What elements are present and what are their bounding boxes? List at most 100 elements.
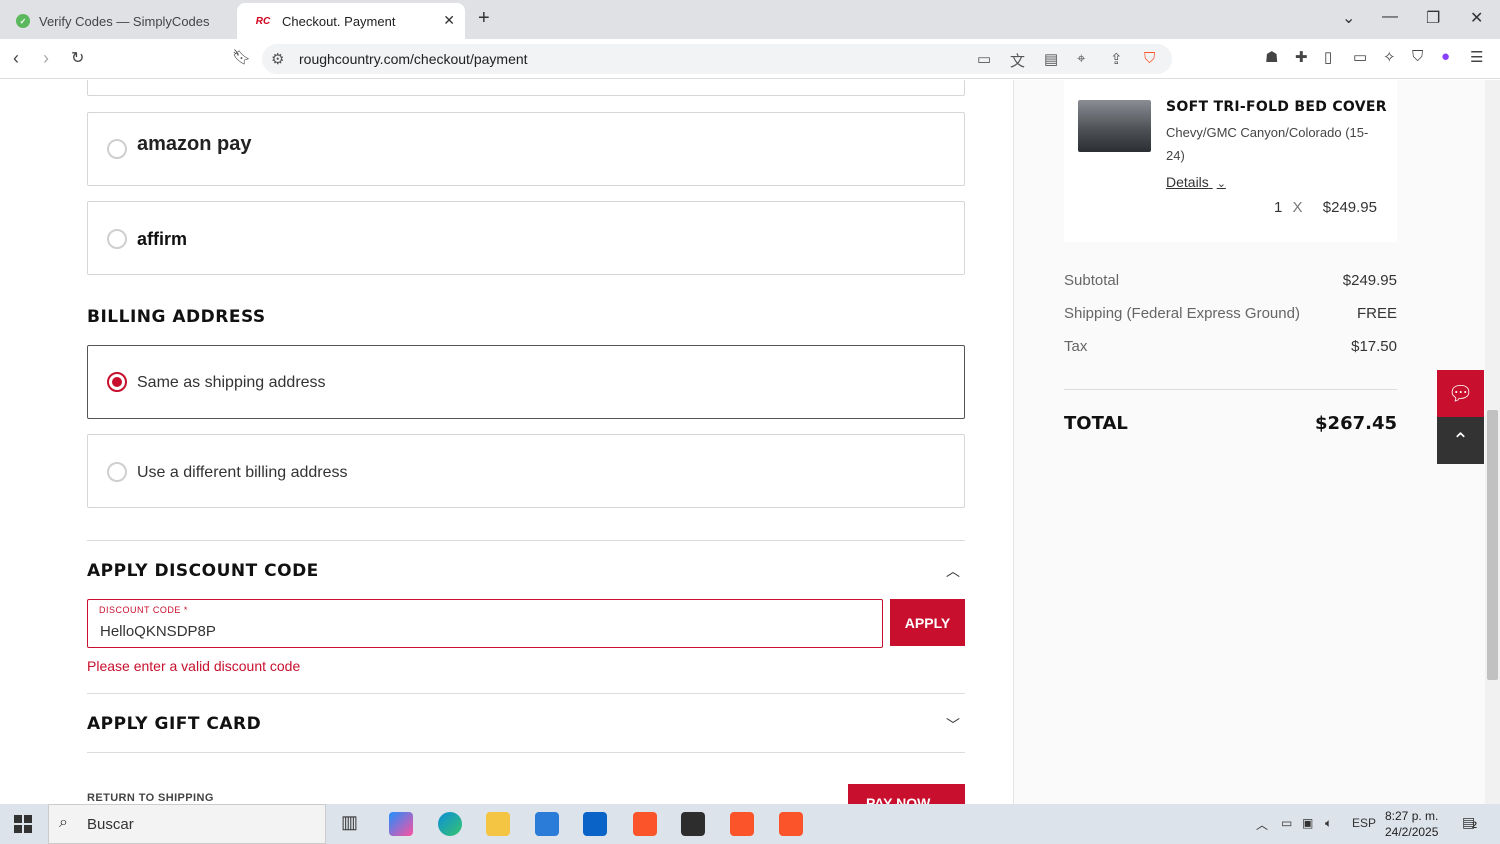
product-quantity: 1 X: [1274, 199, 1309, 216]
amazon-pay-radio[interactable]: [107, 139, 127, 159]
gift-card-section-title[interactable]: APPLY GIFT CARD: [87, 714, 261, 734]
affirm-logo: affirm: [137, 229, 188, 249]
taskbar-search[interactable]: ⌕ Buscar: [48, 804, 326, 844]
back-icon[interactable]: ‹: [13, 48, 19, 69]
url-text[interactable]: roughcountry.com/checkout/payment: [299, 51, 528, 67]
store-icon[interactable]: [535, 812, 559, 836]
share-icon[interactable]: ⇪: [1110, 50, 1123, 68]
roughcountry-favicon-icon: RC: [255, 15, 271, 27]
total-label: TOTAL: [1064, 413, 1128, 434]
scrollbar-thumb[interactable]: [1487, 410, 1498, 680]
location-icon[interactable]: ⌖: [1077, 50, 1085, 67]
chevron-down-icon[interactable]: ﹀: [946, 715, 960, 735]
subtotal-row: Subtotal $249.95: [1064, 272, 1397, 289]
pay-now-button[interactable]: PAY NOW: [848, 784, 965, 804]
reader-mode-icon[interactable]: ▤: [1044, 50, 1058, 68]
return-to-shipping-link[interactable]: RETURN TO SHIPPING: [87, 792, 214, 804]
tab-title: Verify Codes — SimplyCodes: [39, 13, 210, 29]
affirm-radio[interactable]: [107, 229, 127, 249]
taskbar-search-placeholder[interactable]: Buscar: [87, 816, 134, 833]
clock-date: 24/2/2025: [1385, 825, 1439, 839]
brave-shield-icon[interactable]: ⛉: [1144, 50, 1155, 67]
payment-option-amazon-pay[interactable]: amazon pay: [87, 112, 965, 186]
tab-checkout[interactable]: RC Checkout. Payment ✕: [237, 3, 465, 39]
clock-time: 8:27 p. m.: [1385, 809, 1439, 823]
close-tab-icon[interactable]: ✕: [443, 12, 455, 29]
chevron-up-icon[interactable]: ︿: [946, 561, 960, 581]
same-address-radio[interactable]: [107, 372, 127, 392]
product-details-toggle[interactable]: Details ⌄: [1166, 174, 1226, 190]
subtotal-value: $249.95: [1342, 272, 1397, 289]
product-card: SOFT TRI-FOLD BED COVER Chevy/GMC Canyon…: [1064, 80, 1397, 242]
task-view-icon[interactable]: ▥: [341, 812, 365, 836]
subtotal-label: Subtotal: [1064, 272, 1120, 289]
discount-code-input[interactable]: HelloQKNSDP8P: [100, 623, 216, 640]
brave-icon[interactable]: [633, 812, 657, 836]
close-window-icon[interactable]: ✕: [1470, 8, 1483, 28]
discount-code-label: DISCOUNT CODE *: [99, 605, 188, 615]
minimize-icon[interactable]: —: [1382, 8, 1398, 26]
payment-option-affirm[interactable]: affirm: [87, 201, 965, 275]
bookmark-icon[interactable]: 🔖︎: [232, 48, 251, 66]
leo-ai-icon[interactable]: ☗: [1265, 48, 1278, 66]
new-tab-icon[interactable]: +: [478, 7, 490, 30]
wallet-icon[interactable]: ▭: [1353, 48, 1367, 66]
profile-icon[interactable]: ●: [1441, 48, 1450, 65]
install-app-icon[interactable]: ▭: [977, 50, 991, 68]
different-address-radio[interactable]: [107, 462, 127, 482]
menu-icon[interactable]: ☰: [1470, 48, 1483, 66]
extensions-icon[interactable]: ✚: [1295, 48, 1308, 66]
tab-title: Checkout. Payment: [282, 13, 396, 29]
address-bar[interactable]: ⚙ roughcountry.com/checkout/payment ▭ 文 …: [262, 44, 1172, 74]
billing-option-same[interactable]: Same as shipping address: [87, 345, 965, 419]
scroll-top-button[interactable]: ⌃: [1437, 417, 1484, 464]
restore-icon[interactable]: ❐: [1426, 8, 1440, 28]
outlook-icon[interactable]: [583, 812, 607, 836]
quantity-separator: X: [1292, 199, 1303, 216]
browser-nav-bar: ‹ › ↻ 🔖︎ ⚙ roughcountry.com/checkout/pay…: [0, 39, 1500, 79]
details-label[interactable]: Details: [1166, 174, 1209, 190]
chat-button[interactable]: 💬︎: [1437, 370, 1484, 417]
tab-list-chevron-icon[interactable]: ⌄: [1342, 8, 1355, 28]
forward-icon[interactable]: ›: [43, 48, 49, 69]
tray-device-icon[interactable]: ▭: [1281, 816, 1292, 830]
translate-icon[interactable]: 文: [1010, 50, 1025, 71]
sidebar-icon[interactable]: ▯: [1324, 48, 1332, 66]
tax-row: Tax $17.50: [1064, 338, 1397, 355]
discount-code-field[interactable]: DISCOUNT CODE * HelloQKNSDP8P: [87, 599, 883, 648]
billing-option-different[interactable]: Use a different billing address: [87, 434, 965, 508]
payment-option-previous[interactable]: [87, 80, 965, 96]
taskbar-clock[interactable]: 8:27 p. m. 24/2/2025: [1385, 808, 1438, 840]
same-address-label: Same as shipping address: [137, 374, 326, 391]
shipping-label: Shipping (Federal Express Ground): [1064, 305, 1300, 322]
network-icon[interactable]: ▣: [1302, 816, 1313, 830]
brave-active-icon[interactable]: [730, 812, 754, 836]
tax-label: Tax: [1064, 338, 1088, 355]
copilot-icon[interactable]: [389, 812, 413, 836]
divider: [87, 752, 965, 753]
chat-bubble-icon: 💬︎: [1447, 383, 1474, 405]
ai-sparkle-icon[interactable]: ✧: [1383, 48, 1396, 66]
language-indicator[interactable]: ESP: [1352, 816, 1376, 830]
product-name: SOFT TRI-FOLD BED COVER: [1166, 99, 1387, 115]
notes-icon[interactable]: [681, 812, 705, 836]
shipping-row: Shipping (Federal Express Ground) FREE: [1064, 305, 1397, 322]
brave-profile-icon[interactable]: [779, 812, 803, 836]
arrow-up-circle-icon: ⌃: [1452, 430, 1469, 452]
divider: [1064, 389, 1397, 390]
site-settings-icon[interactable]: ⚙: [271, 50, 284, 68]
notification-count: 2: [1472, 820, 1478, 830]
edge-icon[interactable]: [438, 812, 462, 836]
chevron-down-icon[interactable]: ⌄: [1217, 178, 1226, 190]
shipping-value: FREE: [1356, 305, 1397, 322]
discount-section-title[interactable]: APPLY DISCOUNT CODE: [87, 561, 319, 581]
reload-icon[interactable]: ↻: [71, 48, 84, 68]
volume-icon[interactable]: 🔈︎: [1325, 816, 1332, 831]
page-scrollbar[interactable]: [1485, 80, 1500, 804]
tray-chevron-icon[interactable]: ︿: [1256, 816, 1268, 833]
windows-start-icon[interactable]: [14, 815, 32, 833]
tab-simplycodes[interactable]: ✓ Verify Codes — SimplyCodes: [0, 3, 234, 39]
apply-discount-button[interactable]: APPLY: [890, 599, 965, 646]
file-explorer-icon[interactable]: [486, 812, 510, 836]
vpn-icon[interactable]: ⛉: [1412, 48, 1423, 65]
